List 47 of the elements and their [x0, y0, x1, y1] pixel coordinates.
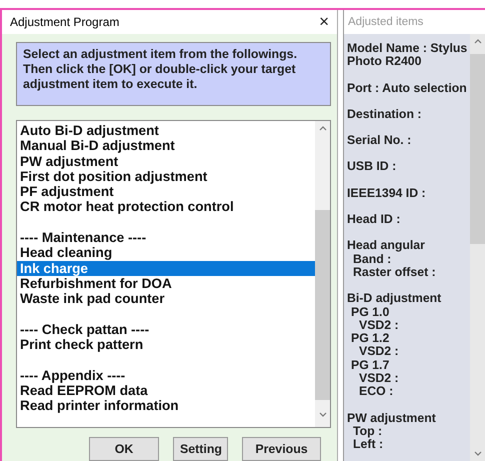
list-item[interactable]: ---- Check pattan ----	[17, 322, 315, 338]
list-item[interactable]: First dot position adjustment	[17, 168, 315, 184]
info-line: VSD2 :	[359, 372, 399, 386]
scrollbar[interactable]	[470, 34, 485, 461]
dialog-button[interactable]: Setting	[173, 437, 228, 461]
scrollbar[interactable]	[315, 121, 330, 427]
info-line: PG 1.0	[351, 306, 390, 319]
info-line: Serial No. :	[347, 134, 412, 148]
dialog-button[interactable]: OK	[89, 437, 159, 461]
info-line: Destination :	[347, 108, 422, 122]
close-button[interactable]: ×	[317, 12, 331, 32]
dialog-button[interactable]: Previous	[242, 437, 321, 461]
instruction-text: Select an adjustment item from the followings. Then click the [OK] or double-click your target adjustment item to execute it.	[16, 42, 331, 106]
list-item[interactable]: PF adjustment	[17, 184, 315, 200]
info-line: PG 1.2	[351, 332, 390, 346]
window-title: Adjustment Program	[10, 15, 120, 29]
info-line: Bi-D adjustment	[347, 292, 442, 306]
scrollbar-thumb[interactable]	[470, 54, 485, 244]
info-line: PG 1.7	[351, 358, 390, 372]
info-line: Top :	[353, 424, 382, 438]
list-item[interactable]: Read EEPROM data	[17, 383, 315, 398]
info-line: Band :	[353, 252, 392, 266]
scrollbar-thumb[interactable]	[315, 210, 330, 400]
list-item[interactable]: Print check pattern	[17, 337, 315, 352]
list-item[interactable]: ---- Maintenance ----	[17, 230, 315, 246]
list-item[interactable]: Read printer information	[17, 398, 315, 414]
info-line: Left :	[353, 438, 384, 452]
info-line: PW adjustment	[347, 412, 436, 425]
info-line: IEEE1394 ID :	[347, 186, 426, 200]
info-line: Raster offset :	[353, 266, 436, 280]
info-line: ECO :	[359, 385, 394, 399]
list-item[interactable]: Waste ink pad counter	[17, 291, 315, 307]
list-item[interactable]: Manual Bi-D adjustment	[17, 138, 315, 154]
list-item[interactable]: PW adjustment	[17, 154, 315, 169]
info-line: Model Name : Stylus Photo R2400	[347, 42, 468, 69]
info-line: VSD2 :	[359, 318, 399, 332]
info-line: VSD2 :	[359, 345, 399, 359]
list-item[interactable]: Ink charge	[17, 260, 315, 276]
list-item[interactable]: Refurbishment for DOA	[17, 276, 315, 292]
list-item[interactable]: ---- Appendix ----	[17, 368, 315, 384]
info-line: Head angular	[347, 239, 425, 253]
list-item[interactable]: CR motor heat protection control	[17, 199, 315, 215]
info-line: Port : Auto selection	[347, 82, 467, 95]
info-line: Head ID :	[347, 213, 400, 226]
info-line: USB ID :	[347, 160, 396, 174]
list-item[interactable]: Auto Bi-D adjustment	[17, 123, 315, 138]
list-item[interactable]: Head cleaning	[17, 245, 315, 261]
